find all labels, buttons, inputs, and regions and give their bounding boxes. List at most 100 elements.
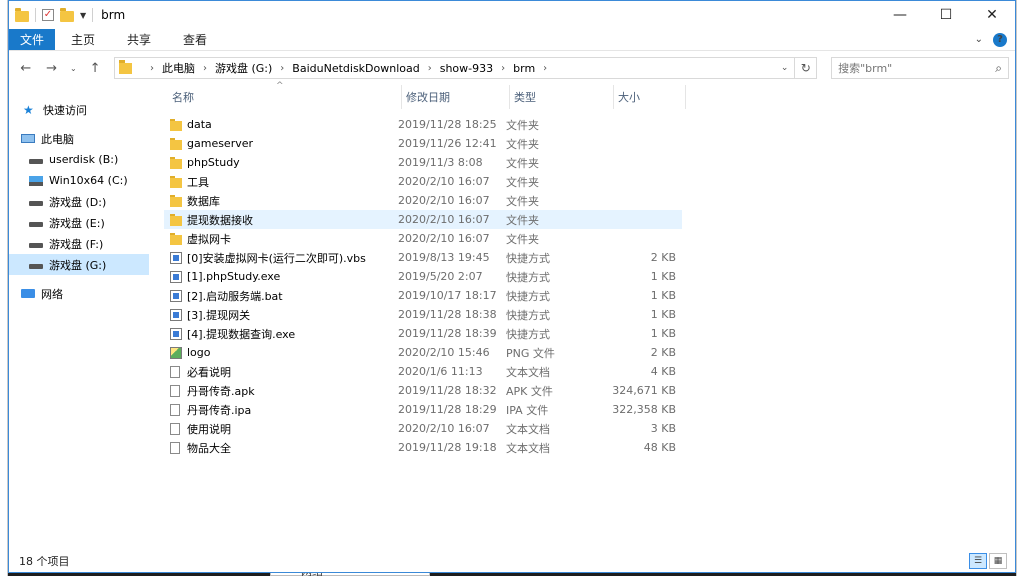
window-title: brm — [101, 8, 126, 22]
sidebar-item-drive-c[interactable]: Win10x64 (C:) — [9, 170, 149, 191]
help-icon[interactable]: ? — [993, 32, 1007, 47]
file-row[interactable]: 丹哥传奇.apk 2019/11/28 18:32 APK 文件 324,671 KB — [164, 381, 682, 400]
shortcut-icon — [170, 270, 182, 283]
breadcrumb-separator[interactable]: › — [428, 63, 432, 74]
file-row[interactable]: 虚拟网卡 2020/2/10 16:07 文件夹 — [164, 229, 682, 248]
file-name: 丹哥传奇.apk — [187, 384, 255, 398]
properties-icon[interactable]: ✓ — [42, 9, 54, 21]
file-row[interactable]: 丹哥传奇.ipa 2019/11/28 18:29 IPA 文件 322,358 KB — [164, 400, 682, 419]
file-name-cell: phpStudy — [164, 156, 398, 169]
file-name: logo — [187, 346, 211, 359]
file-size: 1 KB — [650, 270, 676, 283]
details-view-icon[interactable]: ☰ — [969, 553, 987, 569]
column-header-date[interactable]: 修改日期 — [402, 85, 510, 109]
maximize-button[interactable]: ☐ — [923, 1, 969, 29]
up-button[interactable]: ↑ — [84, 57, 106, 79]
file-row[interactable]: 提现数据接收 2020/2/10 16:07 文件夹 — [164, 210, 682, 229]
file-name: 提现数据接收 — [187, 213, 253, 227]
address-bar[interactable]: › 此电脑 › 游戏盘 (G:) › BaiduNetdiskDownload … — [113, 57, 796, 79]
ribbon-tabs: 文件 主页 共享 查看 ⌄ ? — [9, 29, 1015, 51]
file-name: 物品大全 — [187, 441, 231, 455]
close-button[interactable]: ✕ — [969, 1, 1015, 29]
search-icon[interactable]: ⌕ — [995, 61, 1002, 76]
file-row[interactable]: 数据库 2020/2/10 16:07 文件夹 — [164, 191, 682, 210]
column-header-size[interactable]: 大小 — [614, 85, 686, 109]
sidebar-item-drive-d[interactable]: 游戏盘 (D:) — [9, 191, 149, 212]
file-row[interactable]: gameserver 2019/11/26 12:41 文件夹 — [164, 134, 682, 153]
file-type: 快捷方式 — [506, 289, 550, 303]
breadcrumb-this-pc[interactable]: 此电脑 — [162, 60, 195, 76]
column-header-type[interactable]: 类型 — [510, 85, 614, 109]
drive-icon — [29, 242, 43, 248]
folder-icon — [170, 232, 182, 245]
sidebar-item-drive-f[interactable]: 游戏盘 (F:) — [9, 233, 149, 254]
back-button[interactable]: ← — [15, 57, 37, 79]
file-type: 文本文档 — [506, 441, 550, 455]
breadcrumb-separator[interactable]: › — [150, 63, 154, 74]
breadcrumb-drive-g[interactable]: 游戏盘 (G:) — [215, 60, 272, 76]
file-row[interactable]: data 2019/11/28 18:25 文件夹 — [164, 115, 682, 134]
address-history-dropdown-icon[interactable]: ⌄ — [781, 63, 789, 73]
file-name: data — [187, 118, 212, 131]
breadcrumb-separator[interactable]: › — [203, 63, 207, 74]
column-header-name[interactable]: 名称 ^ — [168, 81, 402, 109]
tab-share[interactable]: 共享 — [111, 29, 167, 50]
file-date: 2020/2/10 16:07 — [398, 194, 490, 207]
refresh-button[interactable]: ↻ — [795, 57, 818, 79]
expand-ribbon-icon[interactable]: ⌄ — [975, 34, 983, 45]
file-name-cell: [3].提现网关 — [164, 307, 398, 323]
folder-icon — [170, 194, 182, 207]
file-row[interactable]: 工具 2020/2/10 16:07 文件夹 — [164, 172, 682, 191]
file-type: 快捷方式 — [506, 270, 550, 284]
file-row[interactable]: phpStudy 2019/11/3 8:08 文件夹 — [164, 153, 682, 172]
file-row[interactable]: 必看说明 2020/1/6 11:13 文本文档 4 KB — [164, 362, 682, 381]
sidebar-item-quick-access[interactable]: ★ 快速访问 — [9, 99, 149, 120]
search-input[interactable] — [838, 61, 996, 75]
file-row[interactable]: [0]安装虚拟网卡(运行二次即可).vbs 2019/8/13 19:45 快捷方式… — [164, 248, 682, 267]
file-type: 文件夹 — [506, 156, 539, 170]
computer-icon — [21, 134, 35, 143]
minimize-button[interactable]: — — [877, 1, 923, 29]
file-size: 4 KB — [650, 365, 676, 378]
file-row[interactable]: [1].phpStudy.exe 2019/5/20 2:07 快捷方式 1 KB — [164, 267, 682, 286]
file-row[interactable]: 物品大全 2019/11/28 19:18 文本文档 48 KB — [164, 438, 682, 457]
file-type: IPA 文件 — [506, 403, 549, 417]
breadcrumb-brm[interactable]: brm — [513, 62, 535, 75]
sidebar-item-this-pc[interactable]: 此电脑 — [9, 128, 149, 149]
breadcrumb-separator[interactable]: › — [280, 63, 284, 74]
search-box[interactable]: ⌕ — [831, 57, 1009, 79]
customize-toolbar-icon[interactable]: ▼ — [80, 11, 86, 20]
forward-button[interactable]: → — [41, 57, 63, 79]
breadcrumb-separator[interactable]: › — [501, 63, 505, 74]
file-date: 2019/11/3 8:08 — [398, 156, 483, 169]
sidebar-item-network[interactable]: 网络 — [9, 283, 149, 304]
sidebar-item-label: 快速访问 — [43, 103, 87, 117]
file-row[interactable]: [4].提现数据查询.exe 2019/11/28 18:39 快捷方式 1 KB — [164, 324, 682, 343]
tab-home[interactable]: 主页 — [55, 29, 111, 50]
sidebar-item-drive-b[interactable]: userdisk (B:) — [9, 149, 149, 170]
sidebar-item-label: userdisk (B:) — [49, 153, 119, 166]
breadcrumb-separator[interactable]: › — [543, 63, 547, 74]
file-size: 1 KB — [650, 289, 676, 302]
file-row[interactable]: [2].启动服务端.bat 2019/10/17 18:17 快捷方式 1 KB — [164, 286, 682, 305]
file-name: gameserver — [187, 137, 254, 150]
breadcrumb-show-933[interactable]: show-933 — [440, 62, 493, 75]
file-row[interactable]: logo 2020/2/10 15:46 PNG 文件 2 KB — [164, 343, 682, 362]
file-name-cell: 提现数据接收 — [164, 212, 398, 228]
file-row[interactable]: 使用说明 2020/2/10 16:07 文本文档 3 KB — [164, 419, 682, 438]
drive-icon — [29, 200, 43, 206]
file-row[interactable]: [3].提现网关 2019/11/28 18:38 快捷方式 1 KB — [164, 305, 682, 324]
file-icon — [170, 441, 180, 454]
recent-locations-button[interactable]: ⌄ — [66, 57, 80, 79]
sidebar-item-drive-e[interactable]: 游戏盘 (E:) — [9, 212, 149, 233]
sidebar-item-drive-g[interactable]: 游戏盘 (G:) — [9, 254, 149, 275]
tab-view[interactable]: 查看 — [167, 29, 223, 50]
file-name-cell: 丹哥传奇.apk — [164, 383, 398, 399]
file-name-cell: 丹哥传奇.ipa — [164, 402, 398, 418]
large-icons-view-icon[interactable]: ▦ — [989, 553, 1007, 569]
new-folder-icon[interactable] — [60, 7, 74, 22]
column-header-label: 大小 — [618, 91, 640, 104]
file-name: 丹哥传奇.ipa — [187, 403, 252, 417]
tab-file[interactable]: 文件 — [9, 29, 55, 50]
breadcrumb-baidunetdisk[interactable]: BaiduNetdiskDownload — [292, 62, 419, 75]
